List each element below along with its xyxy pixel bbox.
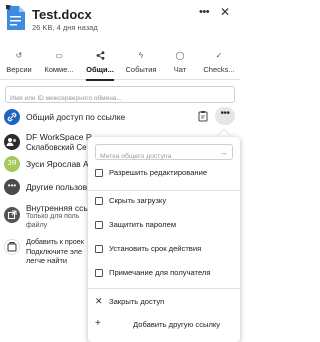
history-icon: ↺ bbox=[15, 51, 23, 60]
share-search-field bbox=[5, 86, 235, 106]
menu-item-note-to-recipient[interactable]: Примечание для получателя bbox=[88, 266, 240, 282]
tab-chat[interactable]: ◯ Чат bbox=[162, 46, 198, 80]
share-title: Другие пользов bbox=[26, 182, 88, 192]
share-title: Добавить к проек bbox=[26, 237, 84, 246]
checkbox[interactable] bbox=[95, 269, 103, 277]
more-dots-icon[interactable]: ••• bbox=[199, 6, 210, 18]
menu-divider bbox=[88, 288, 240, 289]
checkbox[interactable] bbox=[95, 169, 103, 177]
project-icon bbox=[4, 239, 20, 255]
share-subtitle: легче найти bbox=[26, 256, 67, 265]
share-subtitle: Склабовский Се bbox=[26, 143, 87, 152]
checklist-icon: ✓ bbox=[215, 51, 223, 60]
plus-icon: + bbox=[95, 318, 101, 329]
share-search-input[interactable] bbox=[6, 91, 234, 106]
share-label-input[interactable] bbox=[96, 149, 214, 164]
checkbox[interactable] bbox=[95, 221, 103, 229]
menu-item-unshare[interactable]: ✕ Закрыть доступ bbox=[88, 295, 240, 311]
share-title: DF WorkSpace R bbox=[26, 132, 92, 142]
more-dots-icon: ••• bbox=[4, 179, 20, 195]
chat-icon: ◯ bbox=[175, 51, 185, 60]
share-title: Зуси Ярослав А bbox=[26, 159, 89, 169]
menu-item-add-link[interactable]: + Добавить другую ссылку bbox=[88, 318, 240, 334]
more-options-button[interactable]: ••• bbox=[215, 107, 235, 125]
avatar: ЗЯ bbox=[4, 156, 20, 172]
file-header: Test.docx 26 KB, 4 дня назад ••• ✕ bbox=[0, 0, 240, 44]
share-title: Внутренняя ссы bbox=[26, 203, 90, 213]
menu-item-password-protect[interactable]: Защитить паролем bbox=[88, 218, 240, 234]
share-icon bbox=[80, 49, 120, 62]
menu-item-hide-download[interactable]: Скрыть загрузку bbox=[88, 194, 240, 210]
document-file-icon bbox=[6, 5, 25, 30]
close-icon[interactable]: ✕ bbox=[220, 5, 230, 19]
checkbox[interactable] bbox=[95, 245, 103, 253]
tab-activity[interactable]: ϟ События bbox=[120, 46, 162, 80]
comment-icon: ▭ bbox=[55, 51, 63, 60]
arrow-right-icon[interactable]: → bbox=[219, 147, 228, 157]
link-icon bbox=[4, 109, 20, 125]
group-avatar-icon bbox=[4, 134, 20, 150]
external-link-icon bbox=[4, 207, 20, 223]
tab-sharing[interactable]: Общи... bbox=[80, 46, 120, 81]
share-subtitle: файлу bbox=[26, 222, 48, 229]
tab-comments[interactable]: ▭ Комме... bbox=[38, 46, 80, 80]
share-link-title: Общий доступ по ссылке bbox=[26, 112, 126, 122]
file-meta: 26 KB, 4 дня назад bbox=[32, 23, 98, 32]
menu-divider bbox=[88, 190, 240, 191]
share-subtitle: Только для поль bbox=[26, 213, 80, 220]
menu-item-allow-editing[interactable]: Разрешить редактирование bbox=[88, 166, 240, 182]
checkbox[interactable] bbox=[95, 197, 103, 205]
share-options-menu: → Разрешить редактирование Скрыть загруз… bbox=[88, 137, 240, 342]
file-name: Test.docx bbox=[32, 7, 92, 22]
share-label-field: → bbox=[95, 144, 233, 164]
tab-versions[interactable]: ↺ Версии bbox=[0, 46, 38, 80]
tab-checksums[interactable]: ✓ Checks... bbox=[198, 46, 240, 80]
menu-item-set-expiration[interactable]: Установить срок действия bbox=[88, 242, 240, 258]
sidebar-tabs: ↺ Версии ▭ Комме... Общи... ϟ События ◯ … bbox=[0, 46, 240, 81]
close-icon: ✕ bbox=[95, 296, 103, 306]
activity-icon: ϟ bbox=[138, 51, 144, 60]
clipboard-icon[interactable] bbox=[197, 110, 209, 122]
share-subtitle: Подключите эле bbox=[26, 247, 83, 256]
